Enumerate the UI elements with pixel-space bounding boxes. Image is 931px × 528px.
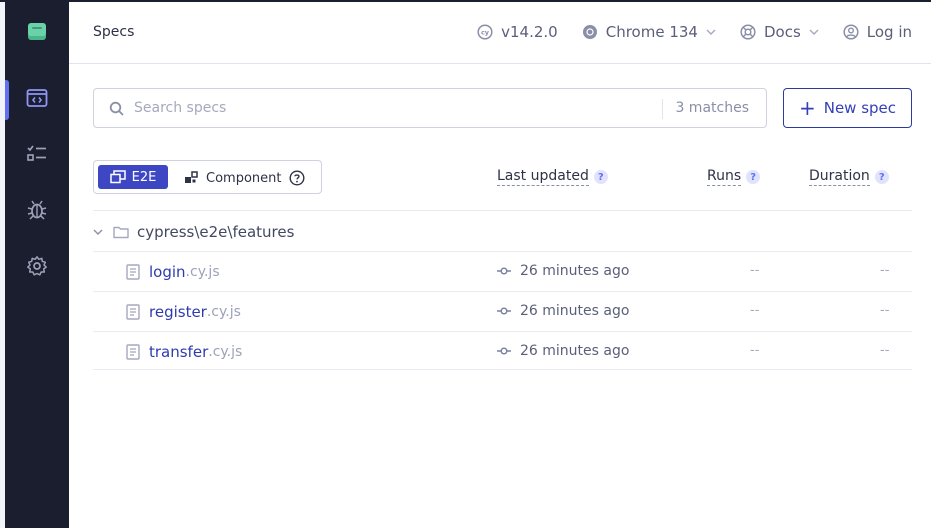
spec-duration-value: -- bbox=[880, 263, 890, 278]
chrome-icon bbox=[582, 25, 597, 39]
git-commit-icon bbox=[497, 267, 511, 275]
spec-last-updated: 26 minutes ago bbox=[497, 263, 629, 279]
spec-last-updated: 26 minutes ago bbox=[497, 303, 629, 319]
docs-lifebuoy-icon bbox=[740, 24, 756, 40]
component-label: Component bbox=[206, 170, 282, 186]
login-label: Log in bbox=[866, 23, 912, 41]
document-icon bbox=[126, 304, 140, 320]
settings-icon bbox=[26, 255, 48, 281]
user-icon bbox=[843, 24, 859, 40]
spec-extension: .cy.js bbox=[208, 344, 243, 360]
search-divider bbox=[662, 99, 663, 119]
help-circle-icon[interactable] bbox=[289, 170, 305, 186]
column-header-last-updated[interactable]: Last updated ? bbox=[497, 168, 608, 186]
chevron-down-icon bbox=[706, 29, 716, 35]
spec-duration-value: -- bbox=[880, 303, 890, 318]
directory-row[interactable]: cypress\e2e\features bbox=[93, 222, 294, 242]
browser-label: Chrome 134 bbox=[605, 23, 698, 41]
column-header-duration[interactable]: Duration ? bbox=[809, 168, 889, 186]
document-icon bbox=[126, 344, 140, 360]
chevron-down-icon bbox=[93, 229, 103, 235]
spec-extension: .cy.js bbox=[185, 264, 220, 280]
search-icon bbox=[109, 101, 124, 116]
spec-runs-value: -- bbox=[750, 343, 760, 358]
sidebar-item-settings[interactable] bbox=[5, 248, 69, 288]
e2e-toggle-button[interactable]: E2E bbox=[98, 165, 168, 189]
spec-file[interactable]: login .cy.js bbox=[126, 263, 220, 281]
last-updated-label: Last updated bbox=[497, 168, 589, 186]
spec-row[interactable]: transfer .cy.js 26 minutes ago -- -- bbox=[93, 332, 912, 372]
browser-selector[interactable]: Chrome 134 bbox=[582, 23, 716, 41]
new-spec-button[interactable]: + New spec bbox=[783, 88, 912, 128]
runs-label: Runs bbox=[707, 168, 742, 186]
docs-label: Docs bbox=[763, 23, 801, 41]
sidebar-item-specs[interactable] bbox=[5, 80, 69, 120]
last-updated-value: 26 minutes ago bbox=[520, 263, 630, 279]
search-box: 3 matches bbox=[93, 88, 767, 128]
spec-name: login bbox=[149, 263, 186, 281]
docs-menu[interactable]: Docs bbox=[740, 23, 819, 41]
top-nav: cy v14.2.0 Chrome 134 Docs Log in bbox=[453, 21, 912, 43]
spec-name: register bbox=[149, 303, 207, 321]
help-badge-icon[interactable]: ? bbox=[746, 170, 761, 184]
search-match-count: 3 matches bbox=[675, 100, 749, 116]
sidebar bbox=[5, 2, 69, 528]
spec-file[interactable]: register .cy.js bbox=[126, 303, 241, 321]
spec-row[interactable]: register .cy.js 26 minutes ago -- -- bbox=[93, 292, 912, 332]
spec-extension: .cy.js bbox=[206, 304, 241, 320]
spec-name: transfer bbox=[149, 343, 209, 361]
new-spec-label: New spec bbox=[823, 99, 897, 117]
chevron-down-icon bbox=[809, 29, 819, 35]
page-title: Specs bbox=[93, 24, 135, 40]
specs-icon bbox=[26, 88, 48, 112]
version-link[interactable]: cy v14.2.0 bbox=[477, 23, 558, 41]
cypress-logo-icon[interactable] bbox=[27, 22, 47, 42]
e2e-window-icon bbox=[109, 170, 126, 184]
spec-last-updated: 26 minutes ago bbox=[497, 343, 629, 359]
git-commit-icon bbox=[497, 347, 511, 355]
help-badge-icon[interactable]: ? bbox=[593, 170, 608, 184]
login-button[interactable]: Log in bbox=[843, 23, 912, 41]
last-updated-value: 26 minutes ago bbox=[520, 343, 630, 359]
search-input[interactable] bbox=[134, 98, 614, 118]
document-icon bbox=[126, 264, 140, 280]
help-badge-icon[interactable]: ? bbox=[874, 170, 889, 184]
folder-icon bbox=[113, 226, 129, 239]
spec-duration-value: -- bbox=[880, 343, 890, 358]
duration-label: Duration bbox=[809, 168, 870, 186]
directory-path: cypress\e2e\features bbox=[137, 223, 295, 241]
testing-type-toggle: E2E Component bbox=[93, 160, 322, 194]
version-label: v14.2.0 bbox=[501, 23, 558, 41]
sidebar-item-debug[interactable] bbox=[5, 192, 69, 232]
last-updated-value: 26 minutes ago bbox=[520, 303, 630, 319]
spec-runs-value: -- bbox=[750, 263, 760, 278]
debug-icon bbox=[26, 199, 48, 225]
version-icon: cy bbox=[477, 24, 493, 40]
spec-row[interactable]: login .cy.js 26 minutes ago -- -- bbox=[93, 252, 912, 292]
top-bar: Specs cy v14.2.0 Chrome 134 Docs Log in bbox=[69, 2, 931, 64]
spec-runs-value: -- bbox=[750, 303, 760, 318]
spec-file[interactable]: transfer .cy.js bbox=[126, 343, 242, 361]
divider bbox=[93, 210, 912, 211]
svg-text:cy: cy bbox=[481, 29, 490, 37]
main-content: Specs cy v14.2.0 Chrome 134 Docs Log in … bbox=[69, 2, 931, 528]
component-toggle-button[interactable]: Component bbox=[184, 166, 305, 190]
e2e-label: E2E bbox=[131, 169, 157, 185]
git-commit-icon bbox=[497, 307, 511, 315]
column-header-runs[interactable]: Runs ? bbox=[707, 168, 761, 186]
plus-icon: + bbox=[798, 96, 816, 120]
runs-icon bbox=[26, 144, 48, 168]
component-icon bbox=[185, 171, 198, 183]
divider bbox=[93, 369, 912, 370]
sidebar-item-runs[interactable] bbox=[5, 136, 69, 176]
